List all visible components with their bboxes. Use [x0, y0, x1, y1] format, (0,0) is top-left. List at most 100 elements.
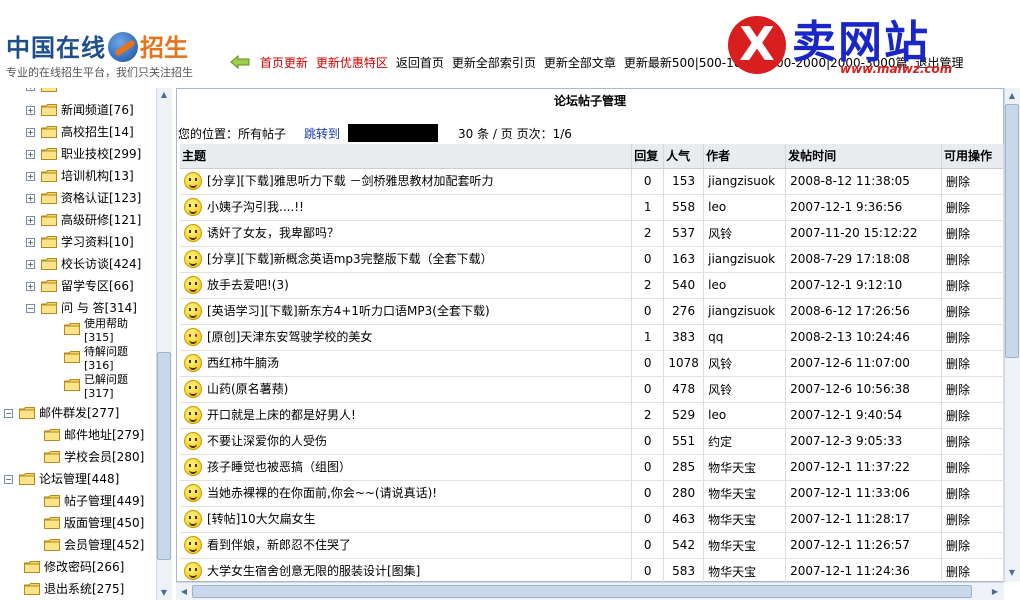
post-title[interactable]: [转帖]10大欠扁女生 [207, 512, 316, 526]
col-author[interactable]: 作者 [703, 144, 787, 169]
sidebar-item[interactable]: + 培训机构[13] [26, 167, 134, 184]
delete-button[interactable]: 删除 [941, 532, 1004, 559]
sidebar-subitem[interactable]: 待解问题 [316] [84, 345, 128, 373]
nav-link[interactable]: 更新优惠特区 [316, 56, 388, 70]
topic-cell[interactable]: 开口就是上床的都是好男人! [180, 402, 633, 429]
topic-cell[interactable]: 孩子睡觉也被恶搞（组图） [180, 454, 633, 481]
sidebar-item[interactable]: + 资格认证[123] [26, 189, 141, 206]
topic-cell[interactable]: 大学女生宿舍创意无限的服装设计[图集] [180, 558, 633, 585]
topic-cell[interactable]: 放手去爱吧!(3) [180, 272, 633, 299]
sidebar-item[interactable]: + 高级研修[121] [26, 211, 141, 228]
jump-to-label[interactable]: 跳转到 [304, 127, 340, 141]
sidebar-scroll-down-icon[interactable]: ▼ [157, 586, 171, 600]
delete-button[interactable]: 删除 [941, 402, 1004, 429]
sidebar-item-mail[interactable]: − 邮件群发[277] [4, 404, 119, 421]
post-title[interactable]: 看到伴娘，新郎忍不住哭了 [207, 538, 351, 552]
sidebar-subitem[interactable]: 已解问题 [317] [84, 373, 128, 401]
delete-button[interactable]: 删除 [941, 272, 1004, 299]
delete-button[interactable]: 删除 [941, 246, 1004, 273]
delete-button[interactable]: 删除 [941, 194, 1004, 221]
topic-cell[interactable]: [分享][下载]新概念英语mp3完整版下载（全套下载） [180, 246, 633, 273]
topic-cell[interactable]: [原创]天津东安驾驶学校的美女 [180, 324, 633, 351]
sidebar-item[interactable]: + 学习资料[10] [26, 233, 134, 250]
post-title[interactable]: 小姨子沟引我....!! [207, 200, 304, 214]
delete-button[interactable]: 删除 [941, 506, 1004, 533]
collapse-icon[interactable]: − [4, 409, 13, 418]
delete-button[interactable]: 删除 [941, 168, 1004, 195]
delete-button[interactable]: 删除 [941, 298, 1004, 325]
sidebar-item[interactable]: 退出系统[275] [24, 580, 124, 597]
expand-icon[interactable]: + [26, 150, 35, 159]
post-title[interactable]: [分享][下载]雅思听力下载 －剑桥雅思教材加配套听力 [207, 174, 494, 188]
scroll-up-icon[interactable]: ▲ [1005, 89, 1019, 103]
expand-icon[interactable]: + [26, 282, 35, 291]
nav-link[interactable]: 更新全部索引页 [452, 56, 536, 70]
topic-cell[interactable]: 西红柿牛腩汤 [180, 350, 633, 377]
topic-cell[interactable]: [英语学习][下载]新东方4+1听力口语MP3(全套下载) [180, 298, 633, 325]
expand-icon[interactable]: + [26, 106, 35, 115]
sidebar-item[interactable]: 修改密码[266] [24, 558, 124, 575]
scroll-left-icon[interactable]: ◀ [177, 585, 191, 599]
delete-button[interactable]: 删除 [941, 558, 1004, 585]
site-logo[interactable]: 中国在线 招生 [6, 28, 188, 63]
col-time[interactable]: 发帖时间 [785, 144, 943, 169]
post-title[interactable]: [分享][下载]新概念英语mp3完整版下载（全套下载） [207, 252, 493, 266]
horizontal-scroll-thumb[interactable] [192, 585, 972, 598]
post-title[interactable]: [英语学习][下载]新东方4+1听力口语MP3(全套下载) [207, 304, 490, 318]
jump-select[interactable] [348, 124, 439, 142]
sidebar-item[interactable]: + 留学专区[66] [26, 277, 134, 294]
collapse-icon[interactable]: − [4, 475, 13, 484]
scroll-down-icon[interactable]: ▼ [1005, 566, 1019, 580]
sidebar-item[interactable]: + 校长访谈[424] [26, 255, 141, 272]
post-title[interactable]: 诱奸了女友，我卑鄙吗？ [207, 226, 339, 240]
sidebar-subitem[interactable]: 使用帮助 [315] [84, 317, 128, 345]
topic-cell[interactable]: 看到伴娘，新郎忍不住哭了 [180, 532, 633, 559]
expand-icon[interactable]: + [26, 260, 35, 269]
col-views[interactable]: 人气 [663, 144, 705, 169]
sidebar-subitem[interactable]: 会员管理[452] [44, 536, 144, 553]
nav-link[interactable]: 首页更新 [260, 56, 308, 70]
expand-icon[interactable]: + [26, 172, 35, 181]
sidebar-item[interactable]: + 高校招生[14] [26, 123, 134, 140]
nav-link[interactable]: 返回首页 [396, 56, 444, 70]
delete-button[interactable]: 删除 [941, 454, 1004, 481]
sidebar-subitem[interactable]: 邮件地址[279] [44, 426, 144, 443]
topic-cell[interactable]: 山药(原名薯蓣) [180, 376, 633, 403]
expand-icon[interactable]: + [26, 194, 35, 203]
topic-cell[interactable]: 不要让深爱你的人受伤 [180, 428, 633, 455]
scroll-right-icon[interactable]: ▶ [988, 585, 1002, 599]
post-title[interactable]: 西红柿牛腩汤 [207, 356, 279, 370]
sidebar-subitem[interactable]: 学校会员[280] [44, 448, 144, 465]
delete-button[interactable]: 删除 [941, 428, 1004, 455]
post-title[interactable]: 当她赤裸裸的在你面前,你会~~(请说真话)! [207, 486, 437, 500]
topic-cell[interactable]: [转帖]10大欠扁女生 [180, 506, 633, 533]
sidebar-subitem[interactable]: 帖子管理[449] [44, 492, 144, 509]
topic-cell[interactable]: [分享][下载]雅思听力下载 －剑桥雅思教材加配套听力 [180, 168, 633, 195]
delete-button[interactable]: 删除 [941, 220, 1004, 247]
expand-icon[interactable]: + [26, 216, 35, 225]
nav-link[interactable]: 更新全部文章 [544, 56, 616, 70]
sidebar-item[interactable]: + 新闻频道[76] [26, 101, 134, 118]
vertical-scroll-thumb[interactable] [1005, 104, 1019, 358]
delete-button[interactable]: 删除 [941, 376, 1004, 403]
collapse-icon[interactable]: − [26, 304, 35, 313]
topic-cell[interactable]: 诱奸了女友，我卑鄙吗？ [180, 220, 633, 247]
col-topic[interactable]: 主题 [180, 144, 633, 169]
post-title[interactable]: 放手去爱吧!(3) [207, 278, 289, 292]
post-title[interactable]: 不要让深爱你的人受伤 [207, 434, 327, 448]
delete-button[interactable]: 删除 [941, 350, 1004, 377]
post-title[interactable]: 开口就是上床的都是好男人! [207, 408, 356, 422]
post-title[interactable]: 孩子睡觉也被恶搞（组图） [207, 460, 351, 474]
sidebar-scroll-thumb[interactable] [157, 352, 171, 560]
post-title[interactable]: 大学女生宿舍创意无限的服装设计[图集] [207, 564, 420, 578]
sidebar-scroll-up-icon[interactable]: ▲ [157, 88, 171, 102]
expand-icon[interactable]: + [26, 128, 35, 137]
delete-button[interactable]: 删除 [941, 480, 1004, 507]
sidebar-subitem[interactable]: 版面管理[450] [44, 514, 144, 531]
delete-button[interactable]: 删除 [941, 324, 1004, 351]
topic-cell[interactable]: 小姨子沟引我....!! [180, 194, 633, 221]
expand-icon[interactable]: + [26, 238, 35, 247]
col-replies[interactable]: 回复 [631, 144, 665, 169]
sidebar-item-forum[interactable]: − 论坛管理[448] [4, 470, 119, 487]
sidebar-item[interactable]: + 职业技校[299] [26, 145, 141, 162]
